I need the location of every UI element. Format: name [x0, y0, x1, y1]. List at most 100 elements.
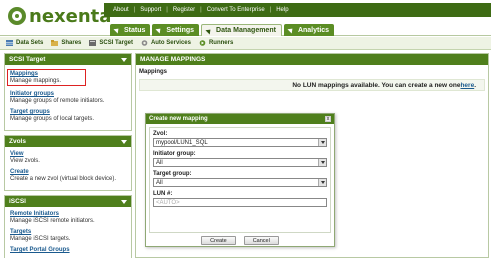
sidebar-link-initiator-groups[interactable]: Initiator groups [10, 91, 126, 97]
sidebar-entry-mappings: Mappings Manage mappings. [7, 69, 126, 86]
subnav-auto-services[interactable]: Auto Services [141, 40, 191, 46]
collapse-caret-icon[interactable] [121, 57, 127, 62]
panel-title: SCSI Target [9, 56, 46, 63]
tab-status[interactable]: Status [110, 24, 151, 36]
zvol-selected-value: mypool/LUN1_SQL [156, 139, 208, 146]
sidebar-entry-targets: Targets Manage iSCSI targets. [10, 229, 126, 242]
panel-zvols: Zvols View View zvols. Create Create a n… [4, 135, 132, 191]
top-utility-nav: About | Support | Register | Convert To … [104, 3, 491, 17]
subnav-shares[interactable]: Shares [51, 40, 81, 46]
chevron-down-icon[interactable] [318, 179, 326, 186]
shares-icon [51, 40, 59, 46]
topnav-convert[interactable]: Convert To Enterprise [202, 7, 270, 13]
dialog-title: Create new mapping [149, 116, 208, 122]
dialog-header[interactable]: Create new mapping x [146, 114, 334, 124]
sidebar-link-view[interactable]: View [10, 151, 126, 157]
target-selected-value: All [156, 179, 163, 186]
auto-services-icon [141, 40, 148, 46]
create-mapping-dialog: Create new mapping x Zvol: mypool/LUN1_S… [145, 113, 335, 247]
sidebar-desc: View zvols. [10, 158, 40, 164]
arrow-icon [287, 26, 295, 34]
lun-label: LUN #: [153, 191, 173, 197]
sidebar-entry-target-groups: Target groups Manage groups of local tar… [10, 109, 126, 122]
subnav-runners[interactable]: Runners [199, 40, 233, 46]
cancel-button[interactable]: Cancel [243, 236, 279, 245]
arrow-icon [113, 26, 121, 34]
create-button[interactable]: Create [201, 236, 236, 245]
panel-header[interactable]: Zvols [5, 136, 131, 147]
sidebar-desc: Manage groups of remote initiators. [10, 98, 105, 104]
sidebar-desc: Manage mappings. [10, 78, 62, 84]
collapse-caret-icon[interactable] [121, 199, 127, 204]
sidebar-link-mappings[interactable]: Mappings [10, 71, 61, 77]
chevron-down-icon[interactable] [318, 159, 326, 166]
subnav-label: Auto Services [150, 40, 191, 46]
notice-text: No LUN mappings available. You can creat… [292, 81, 461, 89]
target-group-label: Target group: [153, 171, 192, 177]
section-title: Mappings [139, 69, 167, 75]
initiator-group-select[interactable]: All [153, 158, 327, 167]
chevron-down-icon[interactable] [318, 139, 326, 146]
subnav-data-sets[interactable]: Data Sets [6, 40, 43, 46]
panel-body: Remote Initiators Manage iSCSI remote in… [5, 207, 131, 258]
subnav-label: Data Sets [16, 40, 44, 46]
sidebar-entry-initiator-groups: Initiator groups Manage groups of remote… [10, 91, 126, 104]
create-here-link[interactable]: here [460, 82, 474, 89]
tab-label: Analytics [297, 26, 330, 34]
initiator-selected-value: All [156, 159, 163, 166]
arrow-icon [155, 26, 163, 34]
brand-name: nexenta [29, 5, 112, 27]
brand-logo[interactable]: nexenta [8, 3, 111, 29]
sidebar-link-create[interactable]: Create [10, 169, 126, 175]
topnav-about[interactable]: About [108, 7, 134, 13]
scsi-target-icon [89, 40, 97, 46]
topnav-support[interactable]: Support [135, 7, 166, 13]
sidebar-link-target-groups[interactable]: Target groups [10, 109, 126, 115]
arrow-icon [205, 26, 213, 35]
close-icon[interactable]: x [325, 116, 331, 122]
panel-body: Mappings Manage mappings. Initiator grou… [5, 65, 131, 130]
tab-data-management[interactable]: Data Management [201, 24, 282, 36]
topnav-register[interactable]: Register [168, 7, 200, 13]
sidebar-desc: Manage iSCSI remote initiators. [10, 218, 95, 224]
subnav-scsi-target[interactable]: SCSI Target [89, 40, 133, 46]
zvol-label: Zvol: [153, 131, 168, 137]
selection-highlight: Mappings Manage mappings. [7, 69, 87, 86]
panel-body: View View zvols. Create Create a new zvo… [5, 147, 131, 190]
lun-input[interactable]: <AUTO> [153, 198, 327, 207]
collapse-caret-icon[interactable] [121, 139, 127, 144]
sidebar: SCSI Target Mappings Manage mappings. In… [4, 53, 132, 258]
tab-label: Status [124, 26, 146, 34]
subnav-label: Runners [208, 40, 234, 46]
sidebar-link-remote-initiators[interactable]: Remote Initiators [10, 211, 126, 217]
panel-scsi-target: SCSI Target Mappings Manage mappings. In… [4, 53, 132, 131]
panel-iscsi: iSCSI Remote Initiators Manage iSCSI rem… [4, 195, 132, 258]
sidebar-entry-remote-initiators: Remote Initiators Manage iSCSI remote in… [10, 211, 126, 224]
sidebar-entry-target-portal-groups: Target Portal Groups [10, 247, 126, 253]
sidebar-desc: Create a new zvol (virtual block device)… [10, 176, 117, 182]
subnav-label: Shares [61, 40, 82, 46]
sidebar-desc: Manage groups of local targets. [10, 116, 95, 122]
tab-label: Settings [166, 26, 195, 34]
main-header: MANAGE MAPPINGS [136, 54, 488, 65]
target-group-select[interactable]: All [153, 178, 327, 187]
dialog-form: Zvol: mypool/LUN1_SQL Initiator group: A… [149, 127, 331, 233]
topnav-help[interactable]: Help [271, 7, 293, 13]
subnav-label: SCSI Target [99, 40, 133, 46]
runners-icon [199, 40, 206, 46]
panel-header[interactable]: iSCSI [5, 196, 131, 207]
tab-settings[interactable]: Settings [152, 24, 200, 36]
sidebar-desc: Manage iSCSI targets. [10, 236, 71, 242]
tab-label: Data Management [216, 27, 276, 34]
panel-title: iSCSI [9, 198, 26, 205]
logo-icon [8, 7, 26, 25]
panel-header[interactable]: SCSI Target [5, 54, 131, 65]
sidebar-entry-view: View View zvols. [10, 151, 126, 164]
sidebar-link-targets[interactable]: Targets [10, 229, 126, 235]
notice-end: . [474, 81, 476, 89]
sidebar-link-target-portal-groups[interactable]: Target Portal Groups [10, 247, 126, 253]
initiator-group-label: Initiator group: [153, 151, 196, 157]
data-sets-icon [6, 40, 13, 46]
zvol-select[interactable]: mypool/LUN1_SQL [153, 138, 327, 147]
tab-analytics[interactable]: Analytics [283, 24, 335, 36]
